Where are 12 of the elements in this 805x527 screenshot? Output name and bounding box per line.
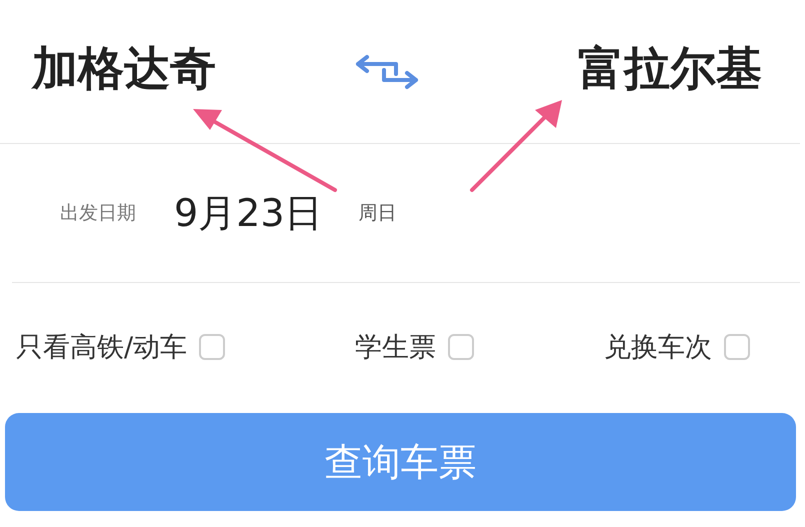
departure-station[interactable]: 加格达奇	[32, 38, 216, 106]
departure-date[interactable]: 9月23日	[174, 188, 323, 238]
option-label: 兑换车次	[604, 331, 712, 365]
swap-icon[interactable]	[354, 54, 420, 90]
checkbox[interactable]	[724, 334, 750, 360]
checkbox[interactable]	[448, 334, 474, 360]
option-label: 学生票	[355, 331, 436, 365]
weekday-label: 周日	[358, 201, 397, 226]
option-label: 只看高铁/动车	[16, 331, 188, 365]
checkbox[interactable]	[199, 334, 226, 360]
arrival-station[interactable]: 富拉尔基	[578, 38, 762, 106]
date-label: 出发日期	[60, 201, 136, 226]
